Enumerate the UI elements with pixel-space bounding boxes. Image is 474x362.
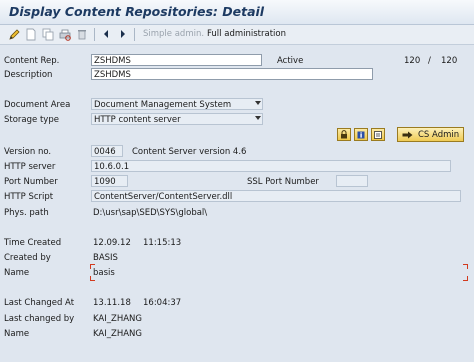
- record-counter-current: 120: [404, 56, 421, 66]
- delete-icon[interactable]: [74, 26, 90, 42]
- description-field[interactable]: ZSHDMS: [91, 68, 373, 80]
- print-preview-icon[interactable]: [57, 26, 73, 42]
- required-marker: [463, 264, 468, 269]
- version-no-field: 0046: [91, 145, 123, 157]
- http-server-label: HTTP server: [4, 162, 56, 172]
- last-changed-time: 16:04:37: [143, 298, 182, 308]
- version-no-label: Version no.: [4, 147, 52, 157]
- cs-admin-button[interactable]: CS Admin: [397, 127, 464, 142]
- chevron-down-icon: [255, 101, 261, 105]
- previous-icon[interactable]: [99, 26, 113, 42]
- created-by-label: Created by: [4, 253, 51, 263]
- full-administration-button[interactable]: Full administration: [207, 29, 286, 39]
- application-toolbar: Simple admin. Full administration: [0, 25, 474, 45]
- storage-type-label: Storage type: [4, 115, 59, 125]
- storage-type-value: HTTP content server: [94, 115, 181, 125]
- phys-path-value: D:\usr\sap\SED\SYS\global\: [93, 208, 208, 218]
- changed-name-value: KAI_ZHANG: [93, 329, 142, 339]
- last-changed-at-label: Last Changed At: [4, 298, 75, 308]
- content-server-version-text: Content Server version 4.6: [132, 147, 247, 157]
- last-changed-date: 13.11.18: [93, 298, 131, 308]
- record-counter-separator: /: [428, 56, 431, 66]
- changed-name-label: Name: [4, 329, 30, 339]
- description-label: Description: [4, 70, 53, 80]
- ssl-port-number-field: [336, 175, 368, 187]
- status-text: Active: [277, 56, 304, 66]
- simple-admin-button[interactable]: Simple admin.: [143, 29, 204, 39]
- title-bar: Display Content Repositories: Detail: [0, 0, 474, 25]
- lock-icon[interactable]: [337, 128, 351, 141]
- cs-admin-label: CS Admin: [418, 129, 460, 140]
- display-icon[interactable]: [371, 128, 385, 141]
- arrow-right-icon: [402, 131, 413, 138]
- info-icon[interactable]: [354, 128, 368, 141]
- http-server-field: 10.6.0.1: [91, 160, 451, 172]
- time-created-label: Time Created: [4, 238, 62, 248]
- last-changed-by-value: KAI_ZHANG: [93, 314, 142, 324]
- toolbar-separator: [134, 28, 135, 41]
- phys-path-label: Phys. path: [4, 208, 49, 218]
- name-label: Name: [4, 268, 30, 278]
- toolbar-separator: [94, 28, 95, 41]
- port-number-field: 1090: [91, 175, 128, 187]
- content-rep-field[interactable]: ZSHDMS: [91, 54, 262, 66]
- ssl-port-number-label: SSL Port Number: [247, 177, 319, 187]
- last-changed-by-label: Last changed by: [4, 314, 75, 324]
- next-icon[interactable]: [116, 26, 130, 42]
- document-area-value: Document Management System: [94, 100, 232, 110]
- name-value: basis: [93, 268, 115, 278]
- http-script-label: HTTP Script: [4, 192, 54, 202]
- chevron-down-icon: [255, 116, 261, 120]
- time-created-date: 12.09.12: [93, 238, 131, 248]
- content-rep-label: Content Rep.: [4, 56, 60, 66]
- new-document-icon[interactable]: [23, 26, 39, 42]
- document-area-dropdown[interactable]: Document Management System: [91, 98, 263, 110]
- required-marker: [463, 276, 468, 281]
- pencil-icon[interactable]: [6, 26, 22, 42]
- window-title: Display Content Repositories: Detail: [9, 4, 265, 19]
- record-counter-total: 120: [441, 56, 458, 66]
- time-created-time: 11:15:13: [143, 238, 182, 248]
- storage-type-dropdown[interactable]: HTTP content server: [91, 113, 263, 125]
- created-by-value: BASIS: [93, 253, 118, 263]
- document-area-label: Document Area: [4, 100, 71, 110]
- http-script-field: ContentServer/ContentServer.dll: [91, 190, 461, 202]
- copy-icon[interactable]: [40, 26, 56, 42]
- port-number-label: Port Number: [4, 177, 58, 187]
